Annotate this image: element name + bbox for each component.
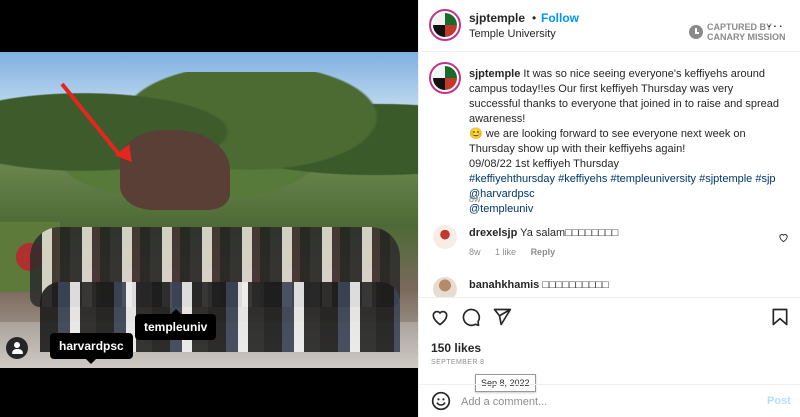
like-heart-icon[interactable] — [430, 307, 450, 327]
reply-button[interactable]: Reply — [531, 247, 556, 257]
comment-time: 8w — [469, 247, 481, 257]
post-button[interactable]: Post — [767, 395, 791, 407]
post-actions: 150 likes SEPTEMBER 8 Sep 8, 2022 Post — [419, 297, 800, 417]
caption-hashtags[interactable]: #keffiyehthursday #keffiyehs #templeuniv… — [469, 173, 776, 185]
likes-count[interactable]: 150 likes — [431, 341, 481, 355]
user-tags-icon[interactable] — [6, 337, 28, 359]
caption-time: 8w — [469, 194, 481, 204]
post-sidebar: sjptemple • Follow Temple University CAP… — [418, 0, 800, 417]
header-username[interactable]: sjptemple — [469, 11, 525, 25]
comment-icon[interactable] — [461, 307, 481, 327]
comment-username[interactable]: banahkhamis — [469, 279, 539, 291]
watermark-line-2: CANARY MISSION — [707, 32, 786, 42]
caption-text: sjptemple It was so nice seeing everyone… — [469, 67, 784, 217]
comment-text: banahkhamis □□□□□□□□□□ — [469, 279, 609, 291]
comment-body: Ya salam□□□□□□□□ — [520, 227, 619, 239]
save-bookmark-icon[interactable] — [770, 307, 790, 327]
caption-line-3: 09/08/22 1st keffiyeh Thursday — [469, 158, 620, 170]
separator-dot: • — [532, 11, 537, 25]
add-comment-bar: Post — [419, 384, 800, 417]
avatar[interactable] — [429, 9, 461, 41]
emoji-icon[interactable] — [431, 391, 451, 411]
more-options-icon[interactable]: ··· — [767, 17, 784, 33]
comment-username[interactable]: drexelsjp — [469, 227, 517, 239]
heart-icon[interactable] — [778, 232, 789, 243]
caption-username[interactable]: sjptemple — [469, 68, 520, 80]
comment-likes[interactable]: 1 like — [495, 247, 516, 257]
location-link[interactable]: Temple University — [469, 28, 556, 40]
caption-avatar[interactable] — [429, 62, 461, 94]
post-header: sjptemple • Follow Temple University CAP… — [419, 0, 800, 52]
caption-line-2: we are looking forward to see everyone n… — [469, 128, 746, 155]
instagram-post-view: harvardpsc templeuniv sjptemple • Follow… — [0, 0, 800, 417]
smile-emoji: 😊 — [469, 128, 483, 140]
owl-statue — [120, 130, 230, 210]
mention-templeuniv[interactable]: @templeuniv — [469, 203, 533, 215]
post-media[interactable]: harvardpsc templeuniv — [0, 0, 418, 417]
user-tag-templeuniv[interactable]: templeuniv — [135, 309, 217, 340]
comment-input[interactable] — [461, 393, 741, 411]
clock-icon — [689, 25, 703, 39]
follow-button[interactable]: Follow — [541, 11, 579, 25]
comment-meta: 8w 1 like Reply — [469, 247, 567, 257]
comment-body: □□□□□□□□□□ — [542, 279, 609, 291]
avatar[interactable] — [433, 225, 457, 249]
comment-item: drexelsjp Ya salam□□□□□□□□ 8w 1 like Rep… — [419, 222, 800, 266]
post-date[interactable]: SEPTEMBER 8 — [431, 359, 484, 366]
share-icon[interactable] — [492, 307, 512, 327]
user-tag-harvardpsc[interactable]: harvardpsc — [50, 333, 133, 364]
comment-text: drexelsjp Ya salam□□□□□□□□ — [469, 227, 618, 239]
